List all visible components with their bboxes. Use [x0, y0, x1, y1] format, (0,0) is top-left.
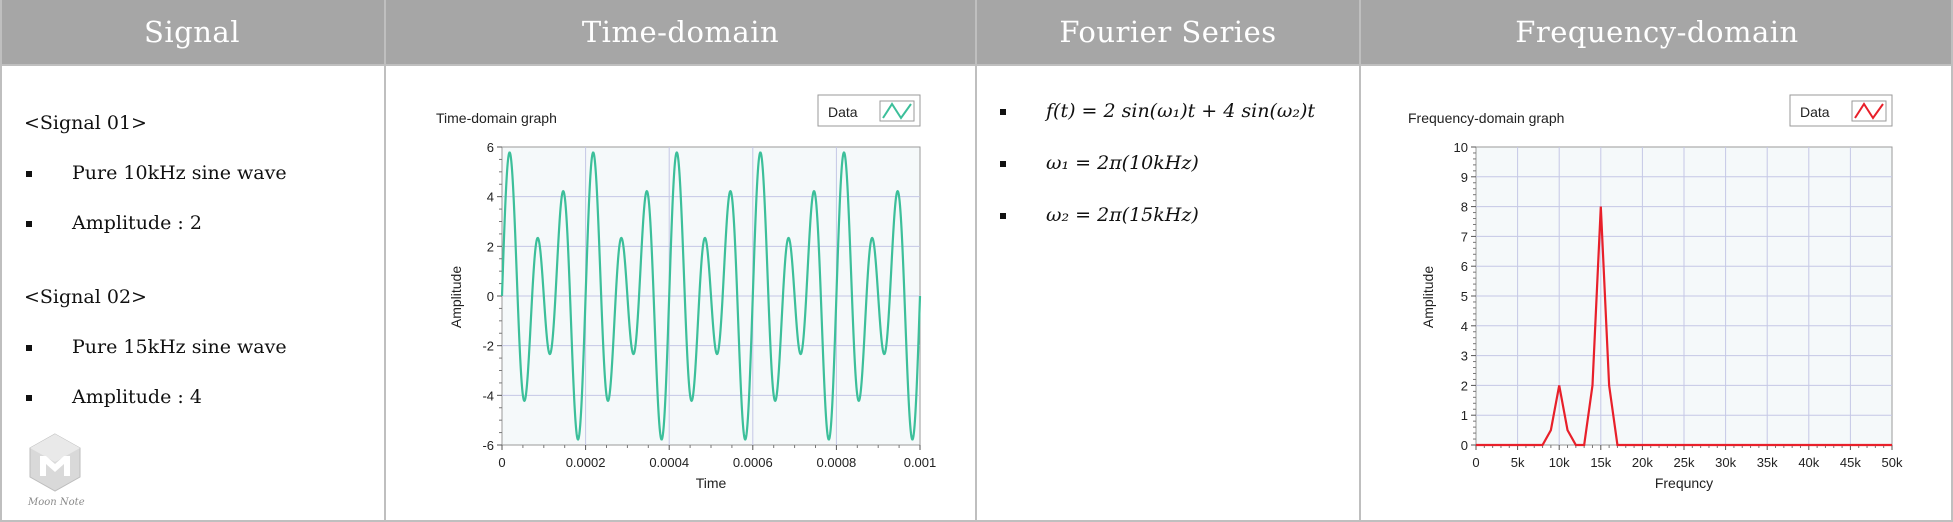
bullet-icon: [1000, 109, 1006, 115]
x-axis-label: Time: [696, 475, 727, 491]
signal-02-title: <Signal 02>: [24, 286, 147, 308]
bullet-icon: [1000, 161, 1006, 167]
y-tick-label: 4: [1461, 319, 1468, 334]
bullet-icon: [1000, 213, 1006, 219]
x-tick-label: 0: [1472, 455, 1479, 470]
x-tick-label: 0.0004: [649, 455, 689, 470]
x-tick-label: 0.0008: [817, 455, 857, 470]
x-tick-label: 0.001: [904, 455, 937, 470]
x-tick-label: 50k: [1882, 455, 1903, 470]
time-domain-chart: Time-domain graph Data 0 0.0002 0.0004 0.00…: [436, 94, 937, 491]
legend: Data: [817, 94, 921, 127]
y-tick-label: 6: [487, 140, 494, 155]
y-tick-label: 9: [1461, 170, 1468, 185]
x-axis-label: Frequncy: [1655, 475, 1713, 491]
y-tick-label: 0: [487, 289, 494, 304]
x-tick-label: 5k: [1511, 455, 1525, 470]
x-tick-label: 30k: [1715, 455, 1736, 470]
y-tick-label: 3: [1461, 349, 1468, 364]
moon-note-logo-icon: [29, 433, 81, 492]
bullet-icon: [26, 221, 32, 227]
y-tick-label: 6: [1461, 259, 1468, 274]
bullet-icon: [26, 345, 32, 351]
x-tick-label: 0: [498, 455, 505, 470]
omega1-equation: ω₁ = 2π(10kHz): [1000, 152, 1199, 174]
y-tick-label: 10: [1454, 140, 1468, 155]
cell-border: [384, 0, 386, 522]
y-tick-label: 5: [1461, 289, 1468, 304]
omega2-equation: ω₂ = 2π(15kHz): [1000, 204, 1199, 226]
cell-border: [1359, 0, 1361, 522]
chart-title: Frequency-domain graph: [1408, 110, 1564, 126]
x-tick-label: 0.0006: [733, 455, 773, 470]
x-tick-label: 0.0002: [566, 455, 606, 470]
x-tick-label: 20k: [1632, 455, 1653, 470]
signal-01-title: <Signal 01>: [24, 112, 147, 134]
y-tick-label: 8: [1461, 200, 1468, 215]
legend-label: Data: [1800, 104, 1830, 120]
y-tick-label: -4: [482, 388, 494, 403]
y-tick-label: 2: [487, 239, 494, 254]
y-axis-label: Amplitude: [448, 266, 464, 328]
header-frequency-domain: Frequency-domain: [1361, 0, 1953, 64]
y-tick-label: 1: [1461, 408, 1468, 423]
cell-border: [975, 0, 977, 522]
fourier-equation: f(t) = 2 sin(ω₁)t + 4 sin(ω₂)t: [1000, 100, 1315, 122]
bullet-icon: [26, 395, 32, 401]
header-fourier-series: Fourier Series: [977, 0, 1359, 64]
cell-border: [0, 0, 2, 522]
header-signal: Signal: [0, 0, 384, 64]
bullet-icon: [26, 171, 32, 177]
y-tick-label: -2: [482, 339, 494, 354]
x-tick-label: 40k: [1798, 455, 1819, 470]
legend-label: Data: [828, 104, 858, 120]
x-tick-label: 45k: [1840, 455, 1861, 470]
y-tick-label: 0: [1461, 438, 1468, 453]
logo-text: Moon Note: [28, 497, 85, 508]
frequency-domain-chart: Frequency-domain graph Data 0 5k 10k 15k 20k…: [1408, 94, 1903, 491]
header-time-domain: Time-domain: [386, 0, 975, 64]
x-tick-label: 25k: [1674, 455, 1695, 470]
x-tick-label: 15k: [1590, 455, 1611, 470]
x-tick-label: 10k: [1549, 455, 1570, 470]
legend: Data: [1789, 94, 1893, 127]
x-tick-label: 35k: [1757, 455, 1778, 470]
y-tick-label: 4: [487, 190, 494, 205]
y-tick-label: 2: [1461, 378, 1468, 393]
y-tick-label: -6: [482, 438, 494, 453]
chart-title: Time-domain graph: [436, 110, 557, 126]
y-axis-label: Amplitude: [1420, 266, 1436, 328]
cell-border: [0, 64, 1953, 66]
y-tick-label: 7: [1461, 229, 1468, 244]
